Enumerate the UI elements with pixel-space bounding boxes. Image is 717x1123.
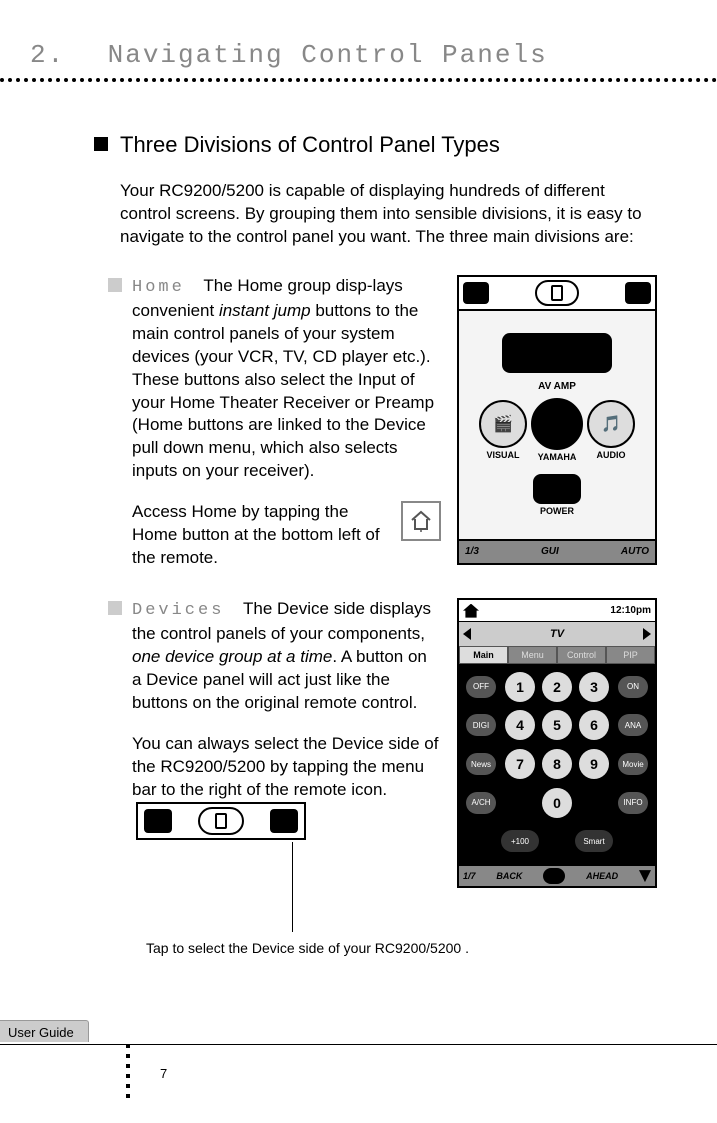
menu-icon xyxy=(270,809,298,833)
devices-paragraph: Devices The Device side displays the con… xyxy=(132,598,441,715)
avamp-graphic xyxy=(502,333,612,373)
prev-arrow-icon xyxy=(463,628,471,640)
audio-button: 🎵 xyxy=(587,400,635,448)
chapter-number: 2. xyxy=(30,40,90,70)
header-rule xyxy=(0,78,717,82)
tab-main: Main xyxy=(459,646,508,664)
home-access-text: Access Home by tapping the Home button a… xyxy=(132,501,389,570)
footer-line xyxy=(0,1044,717,1045)
gui-label: GUI xyxy=(541,546,559,557)
list-icon xyxy=(463,282,489,304)
page-indicator: 1/7 xyxy=(463,871,476,881)
tab-pip: PIP xyxy=(606,646,655,664)
time-label: 12:10pm xyxy=(610,605,651,616)
devices-block: Devices The Device side displays the con… xyxy=(120,598,657,888)
page-number: 7 xyxy=(160,1066,167,1081)
list-icon xyxy=(144,809,172,833)
devices-paragraph-2: You can always select the Device side of… xyxy=(132,733,441,840)
home-label: Home xyxy=(132,278,185,297)
home-access-row: Access Home by tapping the Home button a… xyxy=(132,501,441,570)
devices-screenshot: 12:10pm TV Main Menu Control PIP OFF 1 2 xyxy=(457,598,657,888)
back-label: BACK xyxy=(496,871,522,881)
callout-line xyxy=(292,842,293,932)
chapter-title: Navigating Control Panels xyxy=(108,40,548,70)
devices-label: Devices xyxy=(132,601,224,620)
section-title: Three Divisions of Control Panel Types xyxy=(120,132,657,158)
intro-paragraph: Your RC9200/5200 is capable of displayin… xyxy=(120,180,657,249)
next-arrow-icon xyxy=(643,628,651,640)
power-button xyxy=(533,474,581,504)
remote-icon xyxy=(535,280,579,306)
device-name: TV xyxy=(550,628,564,640)
home-block: Home The Home group disp-lays convenient… xyxy=(120,275,657,570)
home-icon xyxy=(463,604,479,618)
avamp-label: AV AMP xyxy=(538,381,576,392)
callout-text: Tap to select the Device side of your RC… xyxy=(146,938,469,959)
footer-dots xyxy=(126,1044,130,1104)
center-icon xyxy=(543,868,565,884)
menu-icon xyxy=(625,282,651,304)
home-screenshot: AV AMP 🎬VISUAL YAMAHA 🎵AUDIO POWER 1/3 G… xyxy=(457,275,657,565)
tab-row: Main Menu Control PIP xyxy=(459,646,655,664)
page-indicator: 1/3 xyxy=(465,546,479,557)
home-icon xyxy=(401,501,441,541)
down-arrow-icon xyxy=(639,870,651,882)
remote-icon xyxy=(198,807,244,835)
ahead-label: AHEAD xyxy=(586,871,618,881)
tab-control: Control xyxy=(557,646,606,664)
tab-menu: Menu xyxy=(508,646,557,664)
auto-label: AUTO xyxy=(621,546,649,557)
footer-tab: User Guide xyxy=(0,1020,89,1042)
chapter-header: 2. Navigating Control Panels xyxy=(30,40,687,70)
home-paragraph: Home The Home group disp-lays convenient… xyxy=(132,275,441,483)
visual-button: 🎬 xyxy=(479,400,527,448)
menubar-graphic xyxy=(136,802,306,840)
yamaha-button xyxy=(531,398,583,450)
